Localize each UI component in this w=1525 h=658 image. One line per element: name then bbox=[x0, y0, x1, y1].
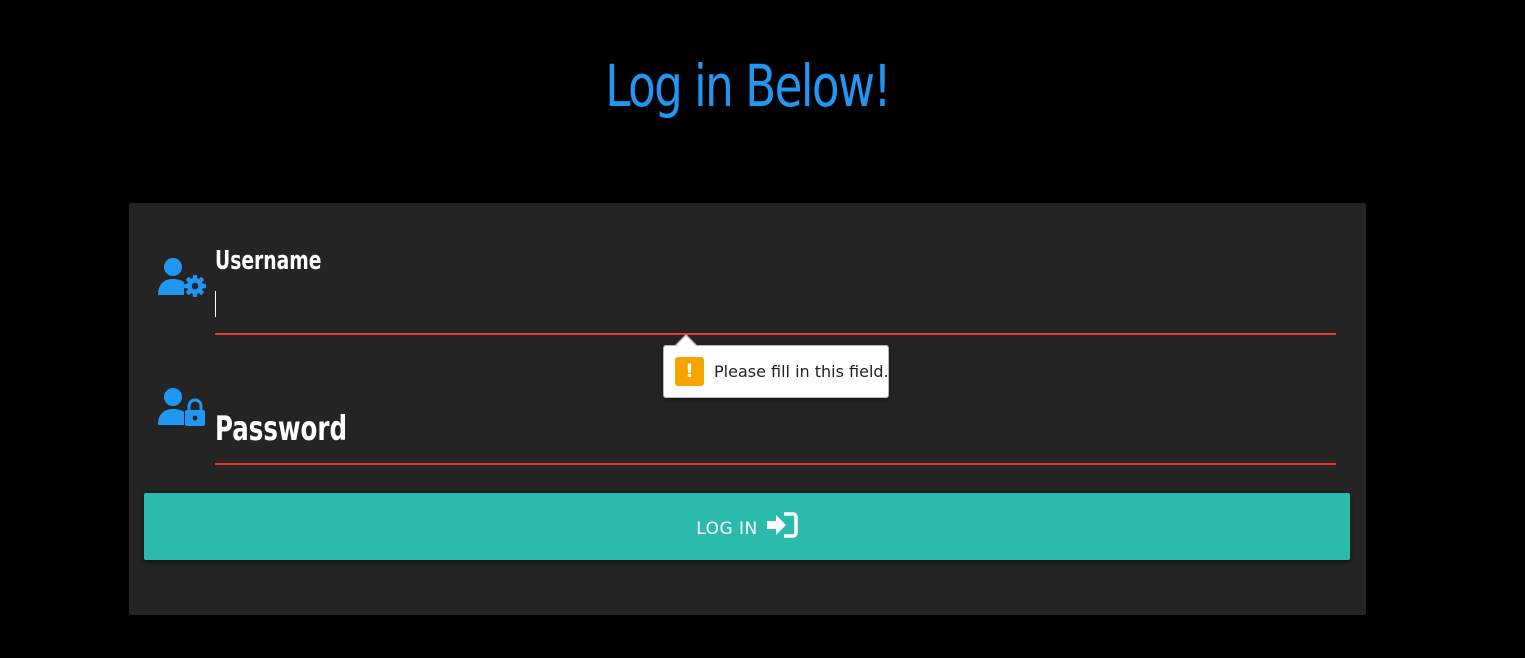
login-button[interactable]: LOG IN bbox=[144, 493, 1350, 560]
validation-message: Please fill in this field. bbox=[714, 362, 889, 381]
warning-icon: ! bbox=[675, 357, 704, 386]
login-button-label: LOG IN bbox=[696, 518, 758, 539]
page-title: Log in Below! bbox=[605, 52, 891, 120]
password-input[interactable] bbox=[215, 425, 1336, 465]
login-card: Username Password LOG IN bbox=[129, 203, 1366, 615]
username-label: Username bbox=[215, 246, 322, 276]
text-caret bbox=[215, 291, 216, 317]
sign-in-icon bbox=[766, 512, 798, 541]
validation-tooltip: ! Please fill in this field. bbox=[663, 334, 889, 398]
user-cog-icon bbox=[157, 257, 207, 297]
username-input[interactable] bbox=[215, 295, 1336, 335]
tooltip-arrow bbox=[676, 336, 696, 346]
user-lock-icon bbox=[157, 387, 207, 427]
